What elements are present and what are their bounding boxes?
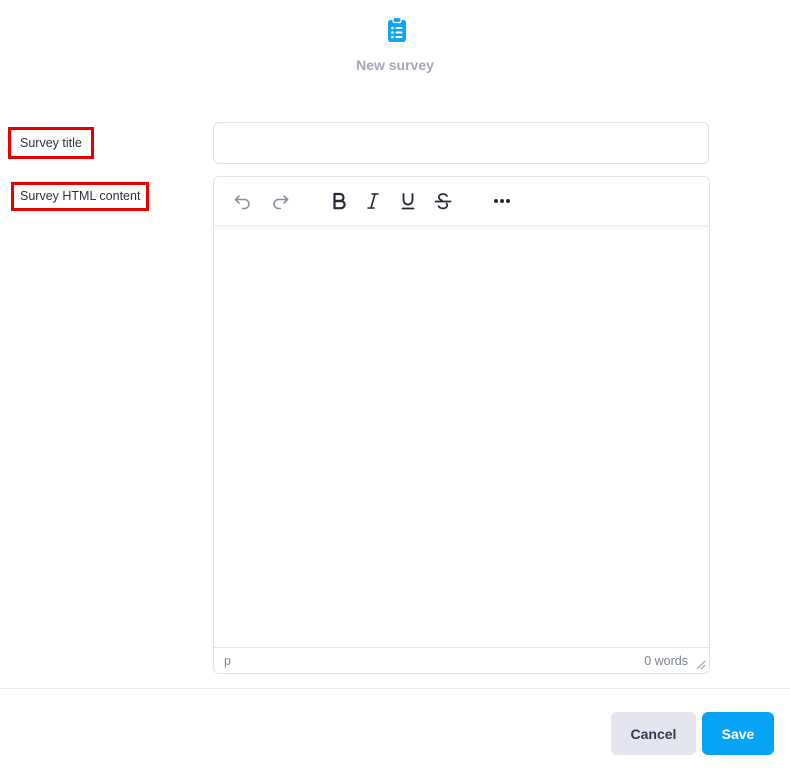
- strikethrough-icon: [434, 192, 452, 210]
- cancel-button[interactable]: Cancel: [611, 712, 696, 755]
- footer-divider: [0, 688, 790, 689]
- undo-icon: [233, 191, 253, 211]
- element-path[interactable]: p: [224, 654, 231, 668]
- survey-content-label: Survey HTML content: [11, 182, 150, 211]
- rich-text-editor: p 0 words: [213, 176, 710, 674]
- strikethrough-button[interactable]: [431, 189, 455, 213]
- more-button[interactable]: [490, 189, 514, 213]
- word-count[interactable]: 0 words: [644, 654, 688, 668]
- resize-handle-icon[interactable]: [694, 658, 706, 670]
- italic-icon: [365, 192, 381, 210]
- editor-toolbar: [214, 177, 709, 225]
- survey-title-input[interactable]: [213, 122, 709, 164]
- editor-statusbar: p 0 words: [214, 647, 709, 673]
- underline-icon: [400, 192, 416, 210]
- more-icon: [493, 198, 511, 204]
- editor-content-area[interactable]: [214, 225, 709, 647]
- save-button[interactable]: Save: [702, 712, 774, 755]
- bold-button[interactable]: [327, 189, 351, 213]
- redo-button[interactable]: [268, 189, 292, 213]
- page-title: New survey: [356, 57, 434, 73]
- undo-button[interactable]: [231, 189, 255, 213]
- survey-title-label: Survey title: [8, 127, 94, 159]
- redo-icon: [270, 191, 290, 211]
- header-clipboard-icon: [387, 16, 407, 43]
- bold-icon: [331, 192, 347, 210]
- italic-button[interactable]: [361, 189, 385, 213]
- underline-button[interactable]: [396, 189, 420, 213]
